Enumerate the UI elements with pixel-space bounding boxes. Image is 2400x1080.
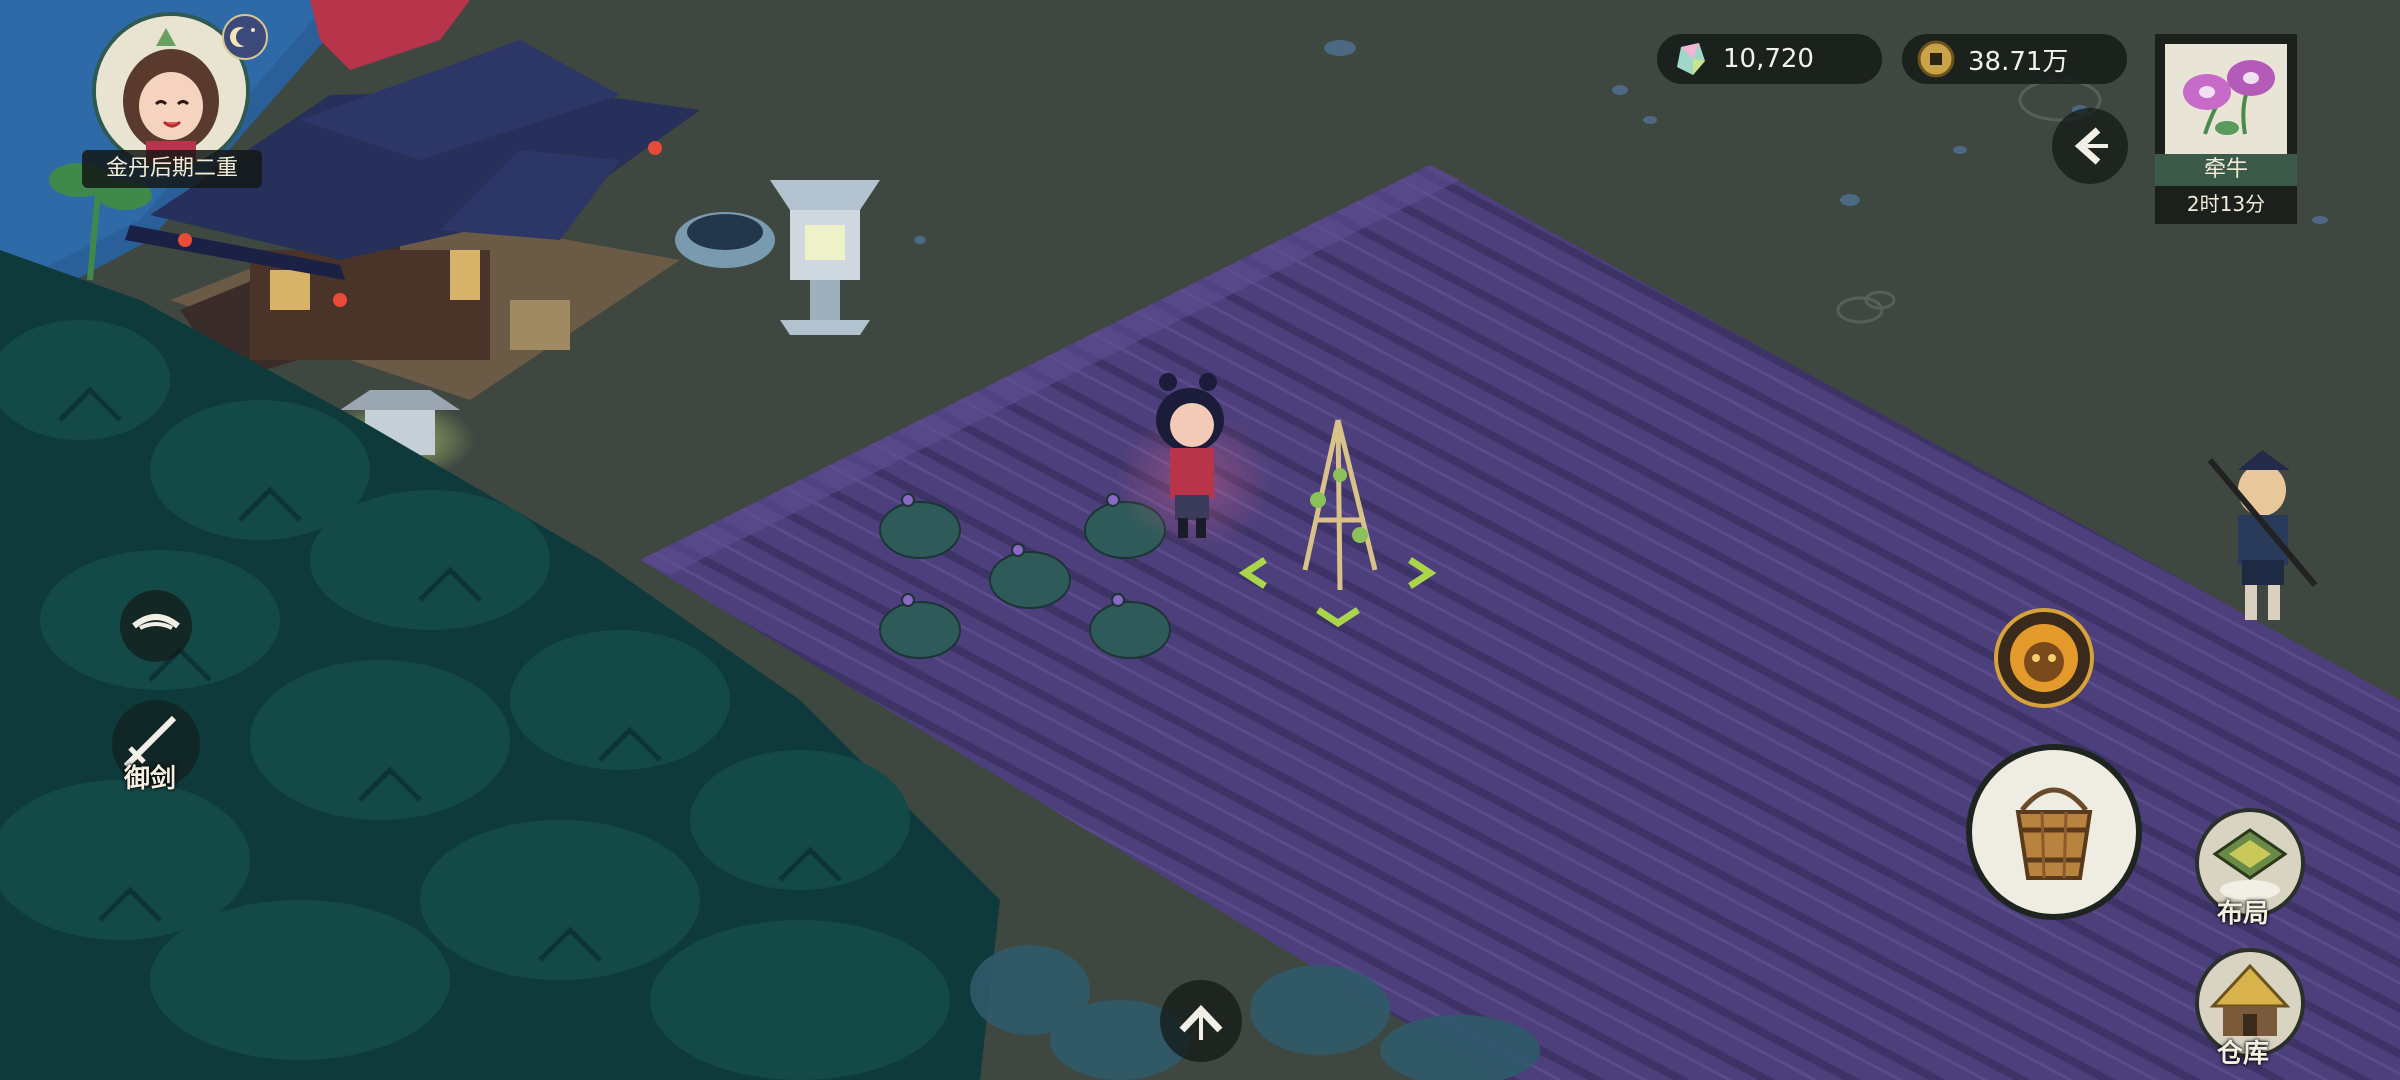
water-action-button[interactable] — [1966, 744, 2142, 920]
crop-info-panel[interactable]: 牵牛 2时13分 — [2155, 34, 2297, 224]
morning-glory-icon — [2183, 60, 2275, 135]
crystal-amount: 10,720 — [1723, 44, 1814, 74]
chevron-left-icon — [2074, 127, 2108, 165]
crop-timer: 2时13分 — [2186, 192, 2266, 216]
skill-button[interactable] — [1994, 608, 2094, 708]
water-bucket-icon — [2015, 787, 2093, 880]
fly-sword-label: 御剑 — [124, 764, 177, 794]
collapse-button[interactable] — [2052, 108, 2128, 184]
chevron-up-icon — [1179, 1004, 1223, 1040]
coin-icon — [1917, 40, 1955, 78]
crop-image-frame — [2165, 44, 2287, 154]
crop-name: 牵牛 — [2155, 154, 2297, 186]
day-night-icon[interactable] — [222, 14, 268, 60]
coin-counter[interactable]: 38.71万 — [1902, 34, 2127, 84]
layout-label: 布局 — [2217, 899, 2270, 929]
expand-up-button[interactable] — [1160, 980, 1242, 1062]
crystal-icon — [1677, 43, 1705, 75]
eye-icon — [132, 614, 180, 630]
well[interactable] — [675, 212, 775, 268]
view-toggle-button[interactable] — [120, 590, 192, 662]
fire-face-icon — [2010, 624, 2078, 692]
cultivation-realm-label: 金丹后期二重 — [82, 150, 262, 188]
coin-amount: 38.71万 — [1968, 46, 2069, 77]
crystal-counter[interactable]: 10,720 — [1657, 34, 1882, 84]
warehouse-label: 仓库 — [2217, 1039, 2270, 1069]
